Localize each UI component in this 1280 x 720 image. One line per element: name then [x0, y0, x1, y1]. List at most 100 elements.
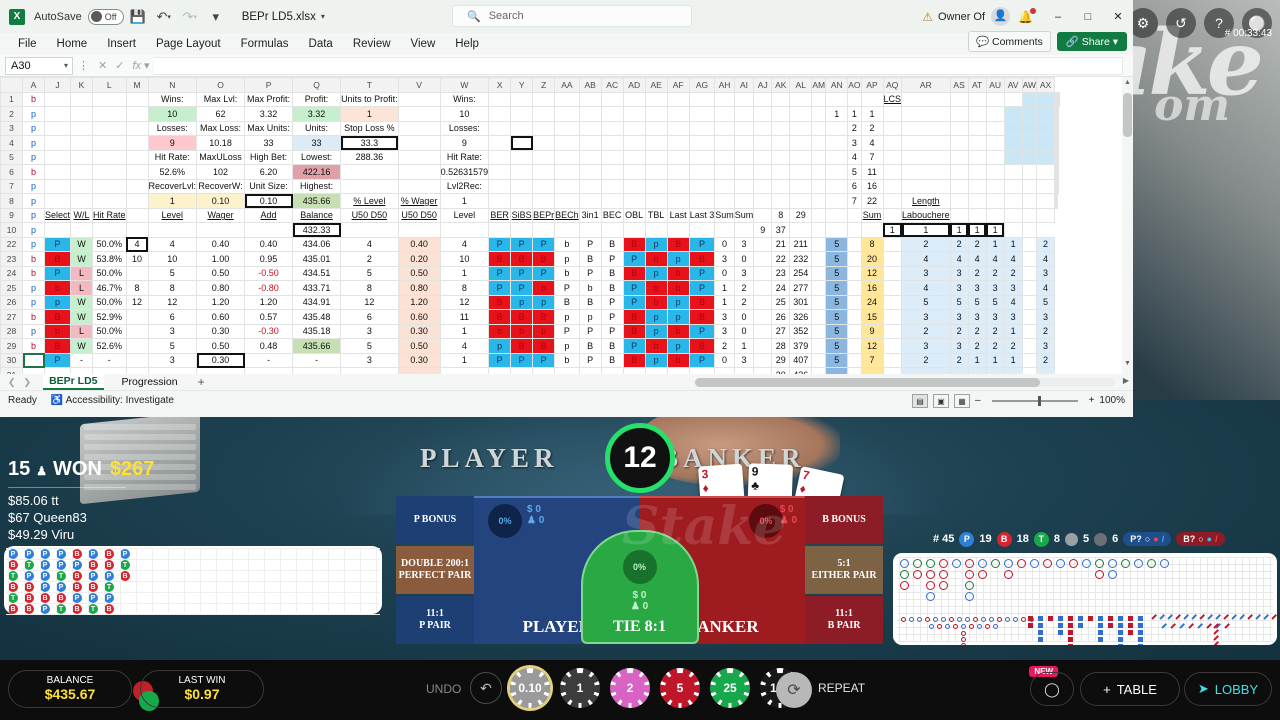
cell-cum-24[interactable]: 254 [789, 265, 813, 281]
cell-V5[interactable] [397, 149, 441, 165]
cell-sum-25[interactable]: 16 [860, 280, 884, 296]
cell-u1-29[interactable]: 5 [340, 338, 399, 354]
cell-flag0-24[interactable]: P [488, 265, 512, 281]
cell-seq0-26[interactable]: 5 [901, 294, 951, 310]
cell-r2c-0[interactable] [882, 106, 903, 122]
last-win-display[interactable]: LAST WIN $0.97 [140, 670, 264, 708]
cell-r8c-2[interactable] [985, 193, 1005, 209]
cell-gap2-24[interactable] [811, 265, 827, 281]
ribbon-tab-home[interactable]: Home [47, 36, 98, 52]
cell-seq4-25[interactable]: 3 [1003, 280, 1023, 296]
cell-seq0-28[interactable]: 2 [901, 323, 951, 339]
ribbon-tab-formulas[interactable]: Formulas [231, 36, 299, 52]
cell-r1b-15[interactable] [811, 91, 827, 107]
cell-flag2-24[interactable]: P [532, 265, 556, 281]
cell-AK5[interactable]: 4 [847, 149, 862, 165]
cell-r3b-11[interactable] [733, 120, 755, 136]
cell-P7[interactable]: Unit Size: [244, 178, 294, 194]
cell-r5b-1[interactable] [510, 149, 534, 165]
cell-tail2-25[interactable]: b [666, 280, 690, 296]
cell-r6c-3[interactable] [967, 164, 987, 180]
cell-N1[interactable]: Wins: [147, 91, 198, 107]
cell-r1b-9[interactable] [688, 91, 716, 107]
cell-r5-2[interactable] [92, 149, 127, 165]
cell-r5b-14[interactable] [789, 149, 813, 165]
cell-u1-26[interactable]: 12 [340, 294, 399, 310]
cell-wager-26[interactable]: 1.20 [196, 294, 246, 310]
cell-flag5-27[interactable]: P [600, 309, 624, 325]
cell-r6c-4[interactable] [985, 164, 1005, 180]
cell-seqhdr-4[interactable]: 1 [985, 222, 1005, 238]
cell-wager-22[interactable]: 0.40 [196, 236, 246, 252]
cell-AN9[interactable] [825, 207, 849, 223]
normal-view-icon[interactable]: ▤ [912, 393, 929, 408]
col-header-AQ[interactable]: AQ [882, 77, 903, 93]
cell-seq4-23[interactable]: 4 [1003, 251, 1023, 267]
cell-r1c-3[interactable] [985, 91, 1005, 107]
cell-r1b-1[interactable] [510, 91, 534, 107]
col-header-N[interactable]: N [147, 77, 198, 93]
cell-r7b-12[interactable] [753, 178, 773, 194]
cell-tail0-26[interactable]: P [622, 294, 646, 310]
col-header-AO[interactable]: AO [847, 77, 862, 93]
cell-seq3-29[interactable]: 2 [985, 338, 1005, 354]
cell-add-23[interactable]: 0.95 [244, 251, 294, 267]
cell-add-28[interactable]: -0.30 [244, 323, 294, 339]
cell-select-29[interactable]: B [43, 338, 72, 354]
cell-r7b-10[interactable] [714, 178, 735, 194]
cell-seq0-23[interactable]: 4 [901, 251, 951, 267]
cell-r7c-11[interactable] [1056, 178, 1059, 194]
cell-r8b-7[interactable] [644, 193, 668, 209]
cell-wl-22[interactable]: W [70, 236, 94, 252]
cell-r4b-13[interactable] [811, 135, 827, 151]
ask-banker-button[interactable]: B? ○ ● / [1176, 532, 1225, 546]
cell-gap3-26[interactable] [847, 294, 862, 310]
row-header-10[interactable]: 10 [0, 222, 23, 238]
cell-seq1-25[interactable]: 3 [949, 280, 969, 296]
cell-r6c-11[interactable] [1056, 164, 1059, 180]
cell-flag2-27[interactable]: B [532, 309, 556, 325]
cell-AS9[interactable] [949, 207, 969, 223]
cell-K9[interactable]: W/L [70, 207, 94, 223]
cell-flag3-28[interactable]: P [554, 323, 580, 339]
cell-AW10[interactable] [1003, 222, 1023, 238]
cell-r7b-7[interactable] [644, 178, 668, 194]
cell-r5c-1[interactable] [901, 149, 951, 165]
page-layout-view-icon[interactable]: ▣ [933, 393, 950, 408]
cell-seq1-23[interactable]: 4 [949, 251, 969, 267]
cell-r3b-9[interactable] [688, 120, 716, 136]
cell-tail0-27[interactable]: B [622, 309, 646, 325]
cell-u2-23[interactable]: 0.20 [397, 251, 441, 267]
cell-cum-27[interactable]: 326 [789, 309, 813, 325]
excel-search-box[interactable]: 🔍 Search [452, 5, 692, 27]
cell-r8-1[interactable] [70, 193, 94, 209]
notification-bell-icon[interactable]: 🔔 [1018, 7, 1036, 24]
cell-AD9[interactable]: OBL [622, 207, 646, 223]
cell-s2-23[interactable]: 0 [733, 251, 755, 267]
undo-button[interactable]: ↶ [470, 672, 502, 704]
cell-r8b-12[interactable] [753, 193, 773, 209]
cell-tail1-23[interactable]: b [644, 251, 668, 267]
cell-lvl-30[interactable] [125, 352, 149, 368]
cell-u1-27[interactable]: 6 [340, 309, 399, 325]
cell-r2b-7[interactable] [644, 106, 668, 122]
cell-r6b-2[interactable] [532, 164, 556, 180]
cell-W2[interactable]: 10 [439, 106, 490, 122]
zoom-level[interactable]: 100% [1099, 395, 1125, 406]
cell-lvl2-27[interactable]: 11 [439, 309, 490, 325]
cell-AX1[interactable] [1057, 91, 1060, 107]
cell-idx-29[interactable]: 28 [771, 338, 791, 354]
cell-r7b-8[interactable] [666, 178, 690, 194]
sheet-prev-icon[interactable]: ❮ [8, 377, 16, 388]
cell-r7b-1[interactable] [510, 178, 534, 194]
cell-tail0-29[interactable]: P [622, 338, 646, 354]
cell-r1-0[interactable] [43, 91, 72, 107]
row-header-26[interactable]: 26 [0, 294, 23, 310]
cell-wager-27[interactable]: 0.60 [196, 309, 246, 325]
cell-r3d-3[interactable] [1056, 120, 1059, 136]
cell-s1-23[interactable]: 3 [714, 251, 735, 267]
status-accessibility[interactable]: ♿ Accessibility: Investigate [51, 395, 174, 406]
cell-gap3-24[interactable] [847, 265, 862, 281]
cell-AR1[interactable] [1021, 91, 1037, 107]
cell-r3b-3[interactable] [554, 120, 580, 136]
